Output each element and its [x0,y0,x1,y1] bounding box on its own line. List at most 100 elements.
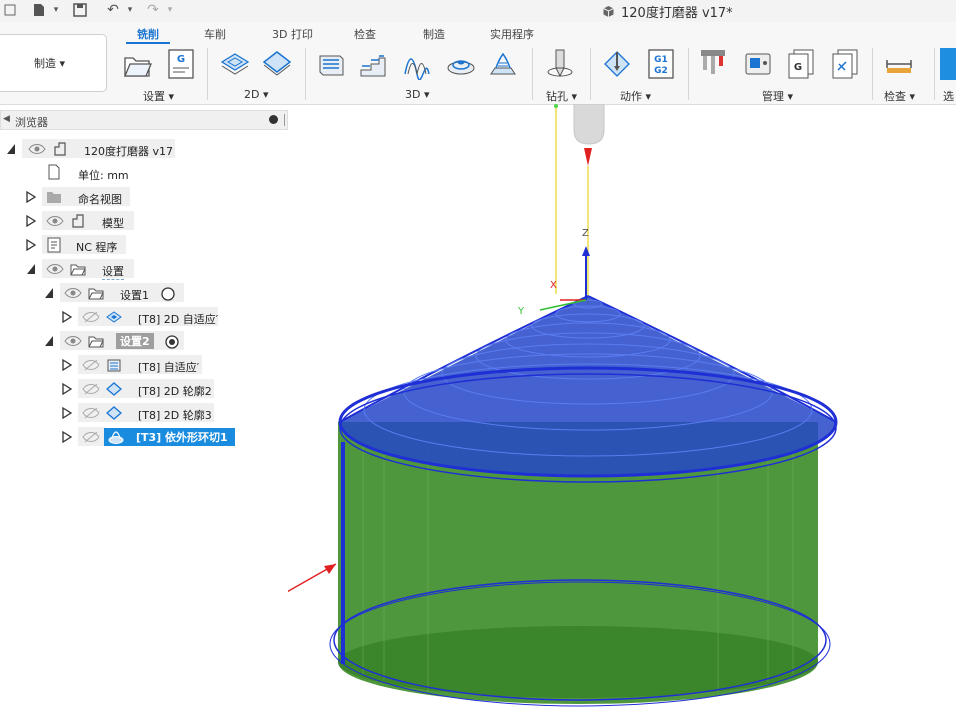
pin-icon[interactable] [269,115,278,124]
undo-icon[interactable]: ↶ [102,0,124,20]
2d-adaptive-icon [106,311,122,323]
inactive-radio-icon[interactable] [160,286,176,302]
setup-group-label[interactable]: 设置 ▾ [143,88,174,104]
active-tab-underline [126,42,170,44]
chevron-down-icon[interactable]: ▾ [50,0,62,20]
units-label: 单位: mm [78,169,129,182]
undo-dropdown-icon[interactable]: ▾ [124,0,136,20]
template-library-icon[interactable] [830,48,860,80]
contour-toolpath-icon [108,431,124,444]
tab-3d-printing[interactable]: 3D 打印 [272,26,313,42]
expand-triangle-icon[interactable] [62,383,72,395]
save-icon[interactable] [70,0,90,20]
redo-dropdown-icon[interactable]: ▾ [164,0,176,20]
post-library-icon[interactable]: G [786,48,816,80]
tool-library-icon[interactable] [698,48,728,80]
3d-scallop-icon[interactable] [446,48,476,80]
y-axis-label: Y [517,306,525,317]
select-group-label[interactable]: 选 [943,88,954,104]
resize-handle[interactable] [284,114,285,126]
tab-milling[interactable]: 铣削 [137,26,159,42]
expand-triangle-icon[interactable] [26,191,36,203]
eye-hidden-icon[interactable] [82,383,100,395]
eye-icon[interactable] [46,263,64,275]
nc-programs-label: NC 程序 [76,241,118,254]
setup2-label: 设置2 [116,333,154,349]
3d-adaptive-icon[interactable] [316,48,346,80]
redo-icon[interactable]: ↷ [142,0,164,20]
svg-text:G1: G1 [654,55,668,65]
component-icon [54,142,66,156]
eye-hidden-icon[interactable] [82,431,100,443]
expand-triangle-icon[interactable] [62,431,72,443]
tool-start-point [554,104,558,108]
3d-viewport[interactable]: Z X Y [288,104,956,714]
2d-contour-icon [106,406,122,420]
2d-contour-icon[interactable] [262,48,292,80]
manage-group-label[interactable]: 管理 ▾ [762,88,793,104]
title-bar: ▾ ↶ ▾ ↷ ▾ 120度打磨器 v17* [0,0,956,22]
expand-triangle-icon[interactable] [44,287,54,299]
eye-icon[interactable] [64,287,82,299]
workspace-label: 制造 ▾ [33,57,66,70]
expand-triangle-icon[interactable] [62,407,72,419]
actions-group-label[interactable]: 动作 ▾ [620,88,651,104]
tab-fabrication[interactable]: 制造 [423,26,445,42]
document-cube-icon [603,6,614,17]
tool-direction-marker [584,148,592,166]
file-menu-icon[interactable] [28,0,50,20]
named-views-label: 命名视图 [78,193,122,206]
new-setup-icon[interactable] [122,48,152,80]
simulate-icon[interactable] [602,48,632,80]
toolbar-separator [688,48,689,100]
root-label: 120度打磨器 v17 [84,145,173,158]
measure-icon[interactable] [884,48,914,80]
expand-triangle-icon[interactable] [44,335,54,347]
toolpath-cone [338,295,838,483]
expand-triangle-icon[interactable] [26,239,36,251]
drill-group-label[interactable]: 钻孔 ▾ [546,88,577,104]
eye-icon[interactable] [46,215,64,227]
post-process-icon[interactable]: G1 G2 [646,48,676,80]
3d-contour-icon[interactable] [488,48,518,80]
expand-triangle-icon[interactable] [26,215,36,227]
tab-utilities[interactable]: 实用程序 [490,26,534,42]
active-radio-icon[interactable] [164,334,180,350]
select-tool-icon[interactable] [940,48,956,80]
tab-inspection[interactable]: 检查 [354,26,376,42]
machine-library-icon[interactable] [743,48,773,80]
eye-hidden-icon[interactable] [82,311,100,323]
inspect-group-label[interactable]: 检查 ▾ [884,88,915,104]
browser-header: ◀ 浏览器 [0,110,288,130]
grid-icon[interactable] [0,0,20,20]
2d-group-label[interactable]: 2D ▾ [244,88,269,101]
drill-icon[interactable] [545,48,575,80]
collapse-browser-icon[interactable]: ◀ [3,114,10,124]
document-icon [48,164,60,180]
document-title-text: 120度打磨器 v17* [621,6,733,21]
cutting-tool-shank [573,104,605,145]
2d-adaptive-icon[interactable] [220,48,250,80]
eye-hidden-icon[interactable] [82,359,100,371]
3d-pocket-icon[interactable] [358,48,388,80]
eye-hidden-icon[interactable] [82,407,100,419]
3d-group-label[interactable]: 3D ▾ [405,88,430,101]
folder-icon [47,192,61,203]
z-axis-arrow [582,246,590,256]
workspace-switcher-button[interactable]: 制造 ▾ [0,34,107,92]
expand-triangle-icon[interactable] [62,359,72,371]
expand-triangle-icon[interactable] [26,263,36,275]
setup2-op3-label: [T8] 2D 轮廓3 [138,409,212,422]
svg-text:G2: G2 [654,66,668,76]
stock-bottom-shade [338,626,818,698]
eye-icon[interactable] [64,335,82,347]
3d-adaptive-icon [107,359,121,372]
eye-icon[interactable] [28,143,46,155]
expand-triangle-icon[interactable] [6,143,16,155]
setup2-op4-label: [T3] 依外形环切1 [136,431,228,444]
setup-sheet-icon[interactable]: G [166,48,196,80]
tab-turning[interactable]: 车削 [204,26,226,42]
toolbar-separator [305,48,306,100]
expand-triangle-icon[interactable] [62,311,72,323]
3d-parallel-icon[interactable] [402,48,432,80]
